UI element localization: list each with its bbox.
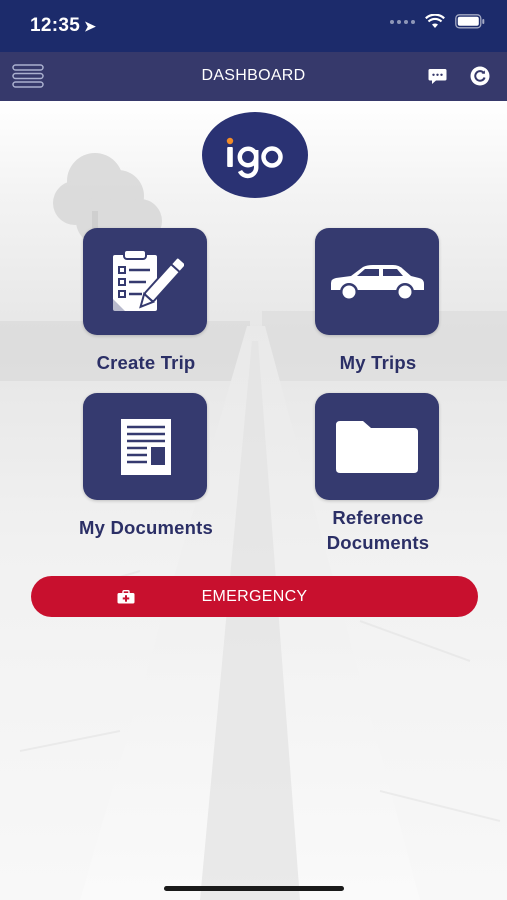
igo-logo: igo: [202, 112, 308, 198]
wifi-icon: [425, 14, 445, 28]
my-trips-button[interactable]: [315, 228, 439, 335]
refresh-icon[interactable]: [470, 66, 490, 86]
chat-icon[interactable]: [428, 68, 447, 85]
my-trips-label: My Trips: [339, 352, 417, 373]
nav-bar: DASHBOARD: [0, 52, 507, 101]
reference-documents-label-line2: Documents: [326, 532, 430, 553]
home-indicator[interactable]: [164, 886, 344, 891]
my-documents-button[interactable]: [83, 393, 207, 500]
battery-icon: [455, 14, 485, 29]
emergency-label: EMERGENCY: [201, 588, 308, 605]
clipboard-pen-icon: [113, 248, 184, 311]
create-trip-label: Create Trip: [96, 352, 196, 373]
emergency-button[interactable]: EMERGENCY: [31, 576, 478, 617]
location-arrow-icon: ➤: [84, 18, 97, 34]
status-time: 12:35 ➤: [30, 15, 96, 37]
car-icon: [331, 264, 424, 301]
reference-documents-label: Reference Documents: [292, 505, 464, 555]
signal-dots-icon: [390, 19, 415, 24]
reference-documents-label-line1: Reference: [332, 507, 424, 528]
status-bar: 12:35 ➤: [0, 0, 507, 52]
my-documents-label: My Documents: [79, 517, 213, 538]
reference-documents-button[interactable]: [315, 393, 439, 500]
document-icon: [121, 418, 171, 475]
status-time-text: 12:35: [30, 15, 81, 36]
folder-icon: [336, 420, 418, 473]
igo-logo-mark: [226, 137, 283, 179]
status-indicators: [390, 14, 485, 29]
background-road-image: [0, 101, 507, 900]
create-trip-button[interactable]: [83, 228, 207, 335]
